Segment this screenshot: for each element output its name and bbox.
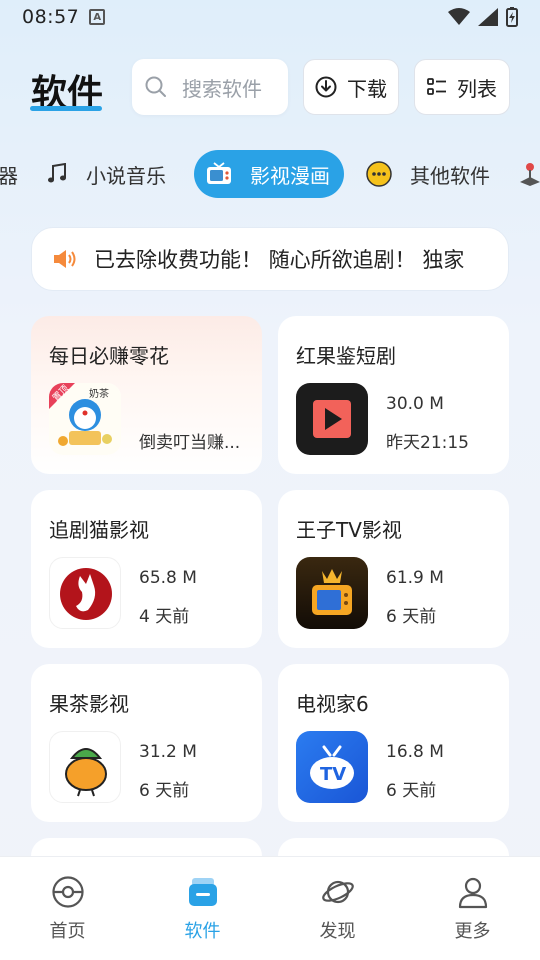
category-label: 神器 [0,163,18,188]
app-card-guocha[interactable]: 果茶影视 31.2 M 6 天前 [31,664,262,822]
nav-home[interactable]: 首页 [0,857,135,960]
list-label: 列表 [457,76,497,101]
speaker-icon [54,250,76,268]
app-time: 6 天前 [386,607,437,627]
download-label: 下载 [347,76,387,101]
app-time: 6 天前 [386,781,437,801]
app-time: 昨天21:15 [386,433,469,453]
app-desc: 倒卖叮当赚... [139,433,241,453]
user-icon [458,877,487,909]
category-tab-shenqi[interactable]: 神器 [0,150,18,198]
box-icon [188,878,217,906]
battery-icon [506,7,518,27]
app-name: 果茶影视 [49,692,129,716]
list-button[interactable]: 列表 [414,59,510,115]
more-dots-icon [366,161,392,187]
crown-tv-icon [296,557,368,629]
nav-label: 更多 [454,921,491,942]
wifi-icon [448,8,470,25]
category-tab-other[interactable]: 其他软件 [366,150,490,198]
status-bar: 08:57 A [0,0,540,34]
app-size: 65.8 M [139,568,197,588]
app-card-promo[interactable]: 每日必赚零花 奶茶 置顶 倒卖叮当赚... [31,316,262,474]
app-name: 追剧猫影视 [49,518,149,542]
app-size: 31.2 M [139,742,197,762]
category-label: 小说音乐 [86,163,166,188]
notice-text: 已去除收费功能！ 随心所欲追剧！ 独家 [94,248,465,272]
category-label: 影视漫画 [250,163,330,188]
app-card-wangzi-tv[interactable]: 王子TV影视 61.9 M 6 天前 [278,490,509,648]
planet-icon [321,880,354,904]
search-icon [145,76,166,97]
notice-bar[interactable]: 已去除收费功能！ 随心所欲追剧！ 独家 [31,227,509,291]
home-ball-icon [51,876,84,908]
app-time: 6 天前 [139,781,190,801]
fruit-icon [49,731,121,803]
status-icons [448,7,518,27]
category-tab-video-comic[interactable]: 影视漫画 [194,150,344,198]
header: 软件 搜索软件 下载 列表 [0,58,540,118]
category-tab-novel-music[interactable]: 小说音乐 [46,150,166,198]
app-time: 4 天前 [139,607,190,627]
search-input[interactable]: 搜索软件 [132,59,288,115]
app-size: 61.9 M [386,568,444,588]
nav-label: 软件 [184,921,221,942]
music-note-icon [46,163,68,185]
joystick-icon [518,162,540,186]
download-icon [315,76,337,98]
notification-a-icon: A [89,9,106,25]
search-placeholder: 搜索软件 [182,76,262,101]
status-time: 08:57 [22,6,80,28]
tv-icon [206,162,232,186]
tv-cloud-icon: TV [296,731,368,803]
app-size: 30.0 M [386,394,444,414]
app-card-dianshijia[interactable]: 电视家6 TV 16.8 M 6 天前 [278,664,509,822]
bottom-nav: 首页 软件 发现 更多 [0,856,540,960]
list-icon [427,78,446,95]
category-tabs: 神器 小说音乐 影视漫画 其他软件 [0,150,540,198]
nav-software[interactable]: 软件 [135,857,270,960]
app-card-hongguo[interactable]: 红果鉴短剧 30.0 M 昨天21:15 [278,316,509,474]
signal-icon [478,8,498,26]
svg-text:TV: TV [320,764,346,785]
nav-label: 发现 [319,921,356,942]
svg-text:奶茶: 奶茶 [89,387,109,400]
play-icon [296,383,368,455]
nav-more[interactable]: 更多 [405,857,540,960]
download-button[interactable]: 下载 [303,59,399,115]
app-card-zhuijumao[interactable]: 追剧猫影视 65.8 M 4 天前 [31,490,262,648]
pinned-ribbon-icon: 置顶 [49,383,75,409]
doraemon-milk-tea-icon: 奶茶 置顶 [49,383,121,455]
app-name: 电视家6 [296,692,369,716]
app-name: 每日必赚零花 [49,344,169,368]
category-tab-game[interactable] [518,150,540,198]
nav-label: 首页 [49,921,86,942]
nav-discover[interactable]: 发现 [270,857,405,960]
title-underline [30,106,102,111]
app-size: 16.8 M [386,742,444,762]
app-name: 红果鉴短剧 [296,344,396,368]
category-label: 其他软件 [410,163,490,188]
cat-logo-icon [49,557,121,629]
app-name: 王子TV影视 [296,518,402,542]
